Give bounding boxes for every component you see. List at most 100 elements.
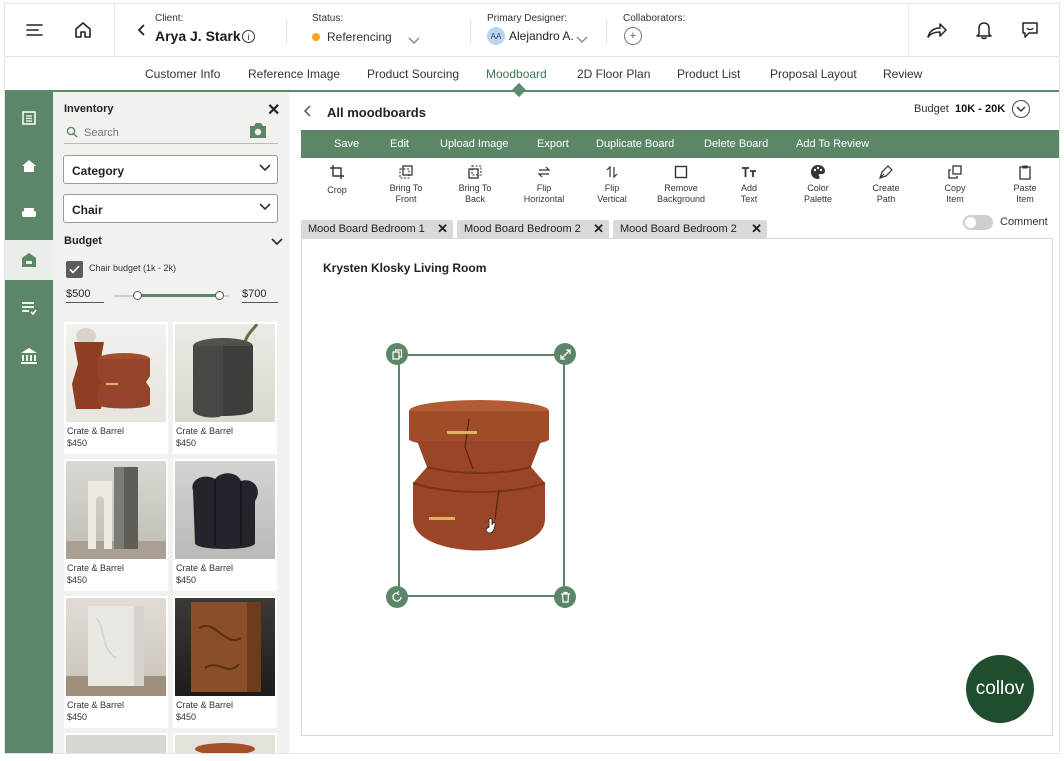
crop-tool[interactable]: Crop bbox=[302, 164, 372, 196]
category-select[interactable]: Category bbox=[63, 155, 278, 184]
tool-label: Item bbox=[1016, 194, 1034, 204]
add-collaborator-button[interactable]: + bbox=[624, 27, 642, 45]
moodboard-action-bar: Save Edit Upload Image Export Duplicate … bbox=[301, 130, 1059, 158]
tab-product-list[interactable]: Product List bbox=[677, 67, 740, 81]
board-tab-bedroom-2[interactable]: Mood Board Bedroom 2 ✕ bbox=[457, 220, 609, 238]
upload-image-button[interactable]: Upload Image bbox=[440, 138, 509, 150]
rail-bank-icon[interactable] bbox=[5, 336, 53, 376]
back-chevron-icon[interactable] bbox=[129, 18, 153, 42]
close-tab-icon[interactable]: ✕ bbox=[751, 221, 762, 237]
board-tab-bedroom-1[interactable]: Mood Board Bedroom 1 ✕ bbox=[301, 220, 453, 238]
price-slider-min-handle[interactable] bbox=[133, 291, 142, 300]
header-divider bbox=[606, 19, 607, 44]
moodboard-canvas[interactable]: Krysten Klosky Living Room collov bbox=[301, 238, 1053, 736]
info-icon[interactable]: i bbox=[242, 30, 255, 43]
home-icon[interactable] bbox=[71, 18, 95, 42]
rail-checklist-icon[interactable] bbox=[5, 288, 53, 328]
product-card[interactable]: Crate & Barrel $450 bbox=[173, 322, 277, 454]
designer-name[interactable]: Alejandro A. bbox=[509, 29, 574, 43]
bring-to-front-tool[interactable]: Bring To Front bbox=[371, 164, 441, 205]
close-tab-icon[interactable]: ✕ bbox=[593, 221, 604, 237]
chat-icon[interactable] bbox=[1018, 18, 1042, 42]
tab-review[interactable]: Review bbox=[883, 67, 922, 81]
product-image bbox=[175, 735, 275, 753]
bell-icon[interactable] bbox=[972, 18, 996, 42]
product-brand: Crate & Barrel bbox=[176, 426, 234, 436]
type-select[interactable]: Chair bbox=[63, 194, 278, 223]
tab-customer-info[interactable]: Customer Info bbox=[145, 67, 220, 81]
flip-vertical-tool[interactable]: Flip Vertical bbox=[577, 164, 647, 205]
flip-horizontal-tool[interactable]: Flip Horizontal bbox=[509, 164, 579, 205]
rail-home-icon[interactable] bbox=[5, 146, 53, 186]
max-price-field[interactable]: $700 bbox=[242, 288, 278, 303]
inventory-title: Inventory bbox=[64, 103, 114, 115]
price-slider-max-handle[interactable] bbox=[215, 291, 224, 300]
left-rail bbox=[5, 92, 53, 753]
status-value[interactable]: Referencing bbox=[327, 30, 392, 44]
product-card[interactable]: Crate & Barrel $450 bbox=[173, 459, 277, 591]
duplicate-handle-icon[interactable] bbox=[386, 343, 408, 365]
rail-inventory-icon[interactable] bbox=[5, 240, 53, 280]
close-icon[interactable]: ✕ bbox=[267, 100, 280, 120]
export-button[interactable]: Export bbox=[537, 138, 569, 150]
product-card[interactable] bbox=[64, 733, 168, 753]
rotate-handle-icon[interactable] bbox=[386, 586, 408, 608]
tab-proposal-layout[interactable]: Proposal Layout bbox=[770, 67, 857, 81]
chair-budget-checkbox[interactable] bbox=[66, 261, 83, 278]
budget-label: Budget bbox=[64, 235, 102, 247]
product-card[interactable]: Crate & Barrel $450 bbox=[64, 459, 168, 591]
product-card[interactable]: Crate & Barrel $450 bbox=[64, 596, 168, 728]
delete-board-button[interactable]: Delete Board bbox=[704, 138, 768, 150]
edit-button[interactable]: Edit bbox=[390, 138, 409, 150]
rail-list-icon[interactable] bbox=[5, 98, 53, 138]
bring-to-back-tool[interactable]: Bring To Back bbox=[440, 164, 510, 205]
tab-product-sourcing[interactable]: Product Sourcing bbox=[367, 67, 459, 81]
close-tab-icon[interactable]: ✕ bbox=[437, 221, 448, 237]
tool-label: Palette bbox=[803, 194, 833, 204]
status-label: Status: bbox=[312, 13, 344, 24]
all-moodboards-link[interactable]: All moodboards bbox=[327, 105, 426, 120]
board-tab-bedroom-2-copy[interactable]: Mood Board Bedroom 2 ✕ bbox=[613, 220, 767, 238]
product-price: $450 bbox=[176, 712, 197, 722]
menu-icon[interactable] bbox=[23, 18, 47, 42]
remove-background-tool[interactable]: Remove Background bbox=[646, 164, 716, 205]
tab-moodboard[interactable]: Moodboard bbox=[486, 67, 547, 81]
camera-icon[interactable] bbox=[248, 122, 268, 139]
crop-icon bbox=[330, 165, 344, 179]
tab-reference-image[interactable]: Reference Image bbox=[248, 67, 340, 81]
product-price: $450 bbox=[176, 438, 197, 448]
share-icon[interactable] bbox=[925, 18, 949, 42]
product-card[interactable]: Crate & Barrel $450 bbox=[173, 596, 277, 728]
product-price: $450 bbox=[176, 575, 197, 585]
copy-item-tool[interactable]: Copy Item bbox=[920, 164, 990, 205]
product-brand: Crate & Barrel bbox=[67, 563, 125, 573]
tab-2d-floor-plan[interactable]: 2D Floor Plan bbox=[577, 67, 650, 81]
tool-label: Remove bbox=[664, 183, 698, 193]
stool-image[interactable] bbox=[407, 399, 552, 559]
resize-handle-icon[interactable] bbox=[554, 343, 576, 365]
bring-to-front-icon bbox=[399, 165, 413, 179]
add-to-review-button[interactable]: Add To Review bbox=[796, 138, 869, 150]
rail-sofa-icon[interactable] bbox=[5, 193, 53, 233]
comment-toggle[interactable] bbox=[963, 215, 993, 230]
trash-handle-icon[interactable] bbox=[554, 586, 576, 608]
min-price-field[interactable]: $500 bbox=[66, 288, 104, 303]
paste-item-tool[interactable]: Paste Item bbox=[990, 164, 1059, 205]
status-chevron-down-icon[interactable] bbox=[408, 32, 420, 50]
tool-label: Flip bbox=[604, 183, 620, 193]
search-input[interactable] bbox=[84, 127, 234, 139]
budget-chevron-down-icon[interactable] bbox=[1012, 100, 1030, 118]
designer-chevron-down-icon[interactable] bbox=[576, 31, 588, 49]
save-button[interactable]: Save bbox=[334, 138, 359, 150]
add-text-tool[interactable]: Add Text bbox=[714, 164, 784, 205]
color-palette-tool[interactable]: Color Palette bbox=[783, 164, 853, 205]
product-card[interactable] bbox=[173, 733, 277, 753]
duplicate-board-button[interactable]: Duplicate Board bbox=[596, 138, 674, 150]
product-brand: Crate & Barrel bbox=[67, 700, 125, 710]
budget-value: 10K - 20K bbox=[955, 103, 1006, 115]
create-path-tool[interactable]: Create Path bbox=[851, 164, 921, 205]
collov-logo: collov bbox=[966, 655, 1034, 723]
budget-chevron-down-icon[interactable] bbox=[271, 238, 283, 246]
back-arrow-icon[interactable] bbox=[302, 104, 312, 118]
product-card[interactable]: Crate & Barrel $450 bbox=[64, 322, 168, 454]
